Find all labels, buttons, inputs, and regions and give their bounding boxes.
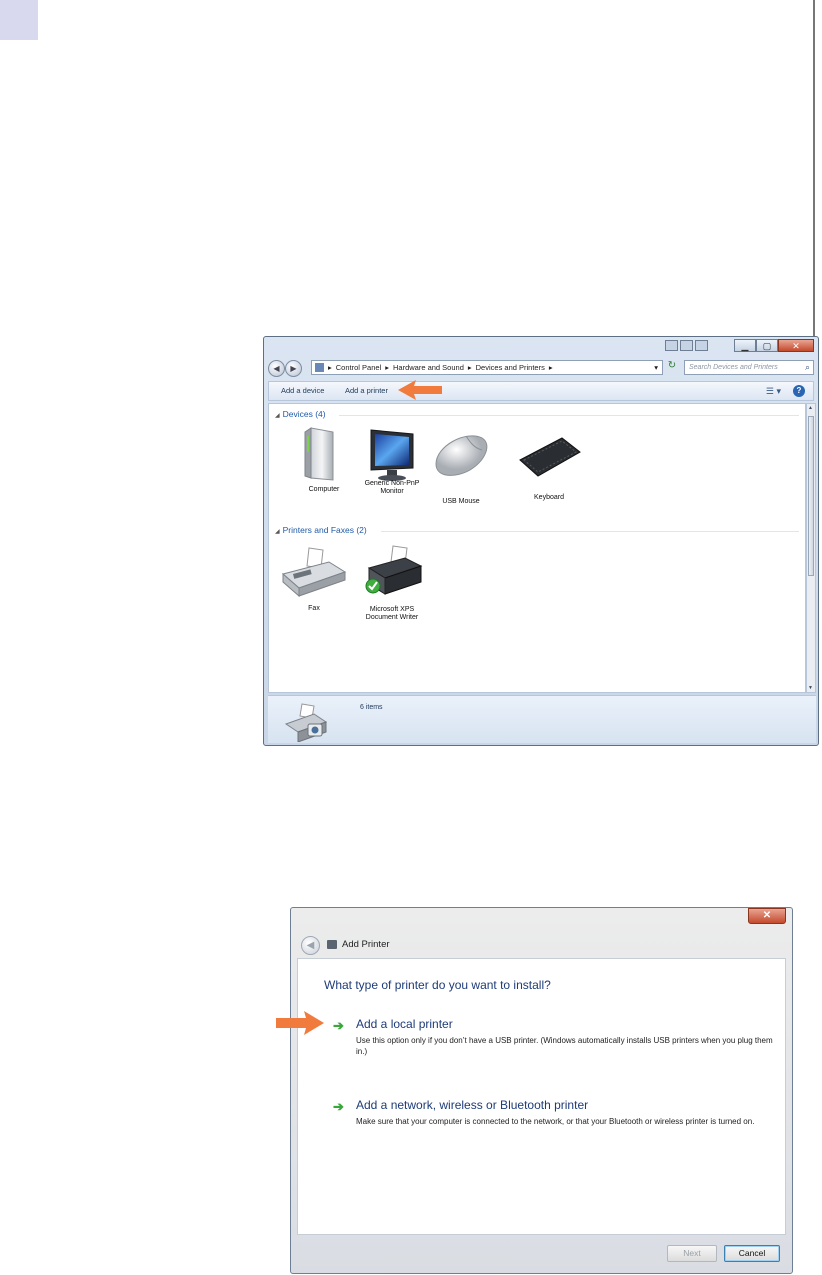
chevron-right-icon: ▸: [548, 363, 553, 372]
view-options-icon[interactable]: ☰ ▾: [766, 382, 781, 400]
printers-group-title: Printers and Faxes (2): [282, 525, 367, 535]
dialog-heading: What type of printer do you want to inst…: [324, 978, 551, 992]
details-pane: 6 items: [268, 695, 816, 743]
add-local-printer-link[interactable]: Add a local printer: [356, 1017, 453, 1031]
dialog-footer: Next Cancel: [297, 1237, 786, 1271]
collapse-triangle-icon: ◢: [275, 529, 280, 535]
breadcrumb-control-panel[interactable]: Control Panel: [336, 361, 381, 374]
device-item-computer[interactable]: Computer: [289, 424, 359, 514]
taskbar-thumbnails: [665, 340, 708, 351]
add-printer-button[interactable]: Add a printer: [345, 382, 388, 400]
vertical-scrollbar[interactable]: ▲ ▼: [806, 403, 816, 693]
search-input[interactable]: Search Devices and Printers ⌕: [684, 360, 814, 375]
device-label: Generic Non-PnP Monitor: [364, 480, 420, 495]
search-placeholder: Search Devices and Printers: [689, 364, 778, 371]
devices-group-header[interactable]: ◢ Devices (4): [275, 409, 326, 419]
dialog-title: Add Printer: [342, 939, 390, 950]
help-icon[interactable]: ?: [793, 385, 805, 397]
device-label: Computer: [308, 486, 340, 493]
callout-arrow-icon: [398, 380, 442, 400]
add-network-printer-description: Make sure that your computer is connecte…: [356, 1117, 755, 1126]
devices-group-title: Devices (4): [282, 409, 326, 419]
device-item-keyboard[interactable]: Keyboard: [514, 430, 584, 520]
device-item-monitor[interactable]: Generic Non-PnP Monitor: [357, 424, 427, 514]
close-button[interactable]: ✕: [778, 339, 814, 352]
breadcrumb-hardware-and-sound[interactable]: Hardware and Sound: [393, 361, 464, 374]
group-divider: [381, 531, 799, 532]
collapse-triangle-icon: ◢: [275, 413, 280, 419]
command-bar: Add a device Add a printer ☰ ▾ ?: [268, 381, 814, 401]
minimize-button[interactable]: ▁: [734, 339, 756, 352]
device-label: Keyboard: [534, 494, 564, 501]
chevron-right-icon: ▸: [467, 363, 472, 372]
forward-button[interactable]: ▶: [285, 360, 302, 377]
cancel-button[interactable]: Cancel: [724, 1245, 780, 1262]
fax-icon: [281, 547, 347, 598]
device-item-usb-mouse[interactable]: USB Mouse: [426, 426, 496, 516]
devices-and-printers-window: ▁ ▢ ✕ ◀ ▶ ▸ Control Panel ▸ Hardware and…: [263, 336, 819, 746]
thumb-icon: [665, 340, 678, 351]
navigation-row: ◀ ▶ ▸ Control Panel ▸ Hardware and Sound…: [268, 359, 814, 377]
thumb-icon: [695, 340, 708, 351]
add-local-printer-description: Use this option only if you don’t have a…: [356, 1036, 773, 1056]
devices-content-pane: ◢ Devices (4) Computer Generic Non-PnP Mo…: [268, 403, 806, 693]
refresh-icon[interactable]: ↻: [665, 360, 679, 375]
printers-group-header[interactable]: ◢ Printers and Faxes (2): [275, 525, 367, 535]
callout-arrow-icon: [276, 1011, 324, 1035]
add-network-printer-link[interactable]: Add a network, wireless or Bluetooth pri…: [356, 1098, 588, 1112]
search-icon[interactable]: ⌕: [805, 361, 810, 374]
green-arrow-icon[interactable]: ➔: [333, 1019, 346, 1032]
chevron-down-icon[interactable]: ▾: [654, 361, 658, 374]
printer-label: Microsoft XPS Document Writer: [365, 606, 419, 621]
monitor-icon: [370, 429, 414, 481]
printer-icon: [365, 545, 423, 595]
address-bar[interactable]: ▸ Control Panel ▸ Hardware and Sound ▸ D…: [311, 360, 663, 375]
back-button[interactable]: ◀: [301, 936, 320, 955]
printer-item-fax[interactable]: Fax: [279, 544, 349, 624]
printer-label: Fax: [308, 605, 320, 612]
page-corner-tab: [0, 0, 38, 40]
dialog-body: What type of printer do you want to inst…: [297, 958, 786, 1235]
thumb-icon: [680, 340, 693, 351]
next-button[interactable]: Next: [667, 1245, 717, 1262]
add-device-button[interactable]: Add a device: [281, 382, 324, 400]
mouse-icon: [435, 435, 488, 476]
device-label: USB Mouse: [442, 498, 480, 505]
keyboard-icon: [519, 437, 581, 477]
back-button[interactable]: ◀: [268, 360, 285, 377]
add-printer-dialog: ✕ ◀ Add Printer What type of printer do …: [290, 907, 793, 1274]
printer-camera-icon: [284, 703, 328, 742]
caption-buttons: ▁ ▢ ✕: [734, 339, 814, 353]
dialog-close-button[interactable]: ✕: [748, 908, 786, 924]
chevron-right-icon: ▸: [328, 363, 332, 372]
green-arrow-icon[interactable]: ➔: [333, 1100, 346, 1113]
computer-tower-icon: [304, 427, 334, 481]
printer-icon: [327, 940, 337, 949]
control-panel-icon: [315, 363, 324, 372]
maximize-button[interactable]: ▢: [756, 339, 778, 352]
breadcrumb-devices-and-printers[interactable]: Devices and Printers: [476, 361, 545, 374]
item-count: 6 items: [360, 704, 383, 711]
printer-item-xps-writer[interactable]: Microsoft XPS Document Writer: [357, 542, 427, 632]
chevron-right-icon: ▸: [385, 363, 389, 372]
scrollbar-thumb[interactable]: [808, 416, 814, 576]
group-divider: [339, 415, 799, 416]
scroll-down-icon[interactable]: ▼: [808, 685, 813, 691]
scroll-up-icon[interactable]: ▲: [808, 405, 813, 411]
